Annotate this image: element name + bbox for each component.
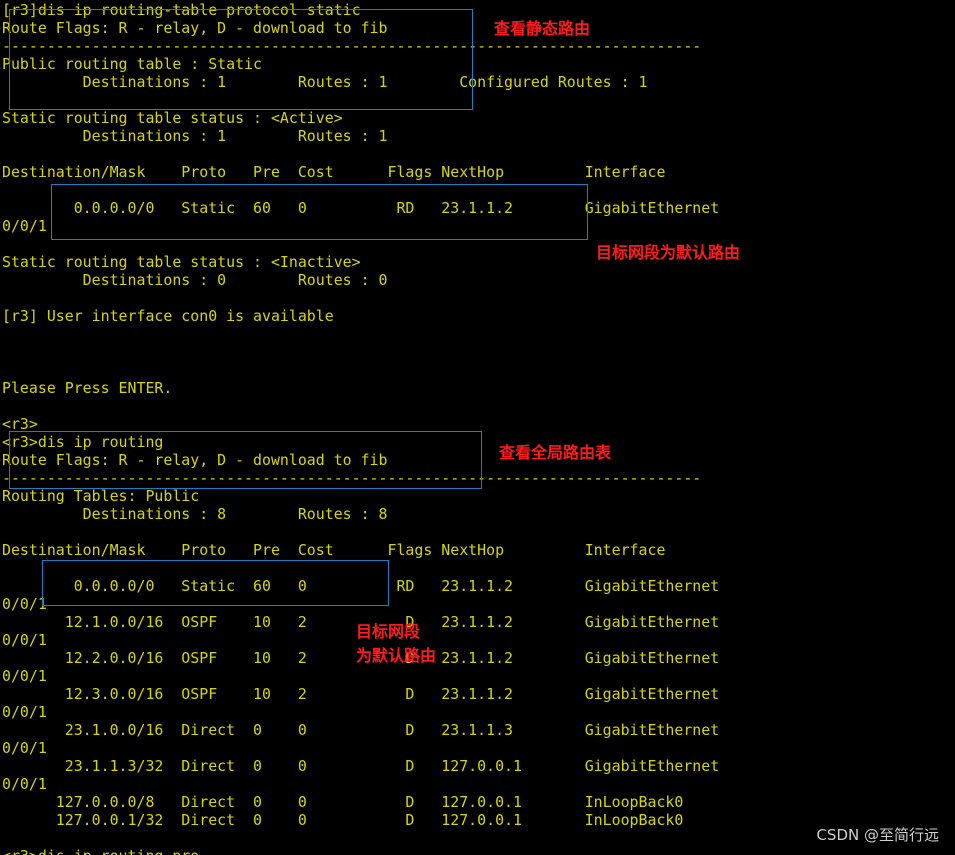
terminal-line: 0/0/1 (2, 631, 47, 649)
terminal-window[interactable]: [r3]dis ip routing-table protocol static… (0, 0, 955, 855)
annotation-view-global-routing-table: 查看全局路由表 (499, 443, 612, 462)
highlight-box-global-default-route (42, 560, 389, 606)
csdn-watermark: CSDN @至简行远 (816, 826, 939, 844)
terminal-line: Destinations : 1 Routes : 1 (2, 127, 388, 145)
terminal-line: 12.3.0.0/16 OSPF 10 2 D 23.1.1.2 Gigabit… (2, 685, 720, 703)
highlight-box-static-command (9, 9, 473, 110)
terminal-line: Destinations : 8 Routes : 8 (2, 505, 388, 523)
highlight-box-static-default-route (51, 184, 588, 240)
annotation-target-segment: 目标网段 (356, 622, 421, 641)
terminal-line: 127.0.0.1/32 Direct 0 0 D 127.0.0.1 InLo… (2, 811, 684, 829)
terminal-line: Routing Tables: Public (2, 487, 200, 505)
annotation-is-default-route: 为默认路由 (356, 646, 437, 665)
terminal-line: [r3] User interface con0 is available (2, 307, 334, 325)
terminal-line: 0/0/1 (2, 217, 47, 235)
terminal-line: <r3>dis ip routing pro (2, 847, 199, 855)
terminal-line: Static routing table status : <Active> (2, 109, 343, 127)
terminal-line: 127.0.0.0/8 Direct 0 0 D 127.0.0.1 InLoo… (2, 793, 684, 811)
terminal-line: 0/0/1 (2, 667, 47, 685)
annotation-view-static-routes: 查看静态路由 (494, 19, 591, 38)
highlight-box-routing-command (9, 431, 482, 489)
terminal-line: 0/0/1 (2, 703, 47, 721)
terminal-line: 0/0/1 (2, 775, 47, 793)
annotation-default-route-1: 目标网段为默认路由 (596, 243, 741, 262)
terminal-line: Destinations : 0 Routes : 0 (2, 271, 388, 289)
terminal-line: 0/0/1 (2, 595, 47, 613)
terminal-line: 23.1.1.3/32 Direct 0 0 D 127.0.0.1 Gigab… (2, 757, 720, 775)
terminal-line: Please Press ENTER. (2, 379, 173, 397)
terminal-line: 0/0/1 (2, 739, 47, 757)
terminal-line: Destination/Mask Proto Pre Cost Flags Ne… (2, 541, 666, 559)
terminal-line: 23.1.0.0/16 Direct 0 0 D 23.1.1.3 Gigabi… (2, 721, 720, 739)
terminal-line: Static routing table status : <Inactive> (2, 253, 361, 271)
terminal-line: Destination/Mask Proto Pre Cost Flags Ne… (2, 163, 666, 181)
